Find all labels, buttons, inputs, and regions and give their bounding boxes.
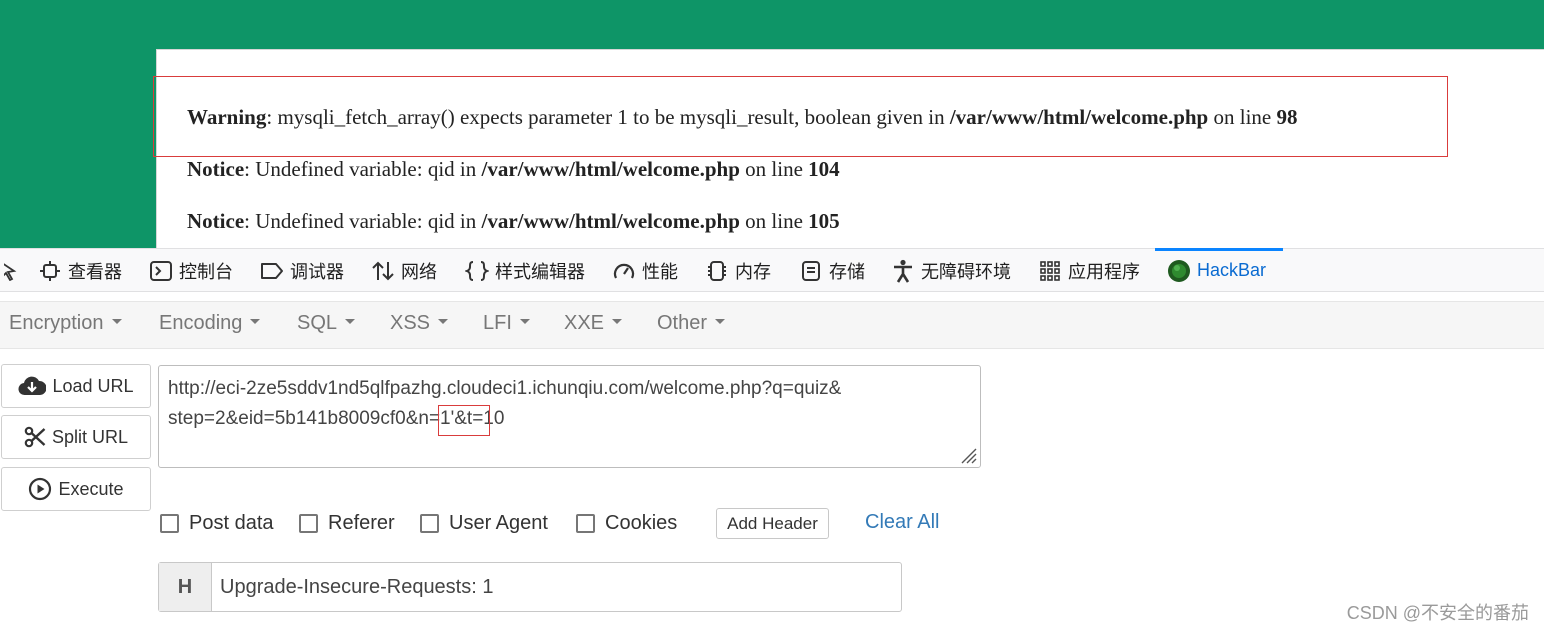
tab-label: 性能 [642, 261, 678, 282]
tab-label: 应用程序 [1068, 261, 1140, 282]
caret-down-icon [345, 319, 356, 325]
tab-console[interactable]: 控制台 [149, 249, 233, 292]
referer-checkbox[interactable]: Referer [299, 512, 395, 535]
add-header-button[interactable]: Add Header [716, 508, 829, 539]
load-url-button[interactable]: Load URL [1, 364, 151, 408]
checkbox[interactable] [576, 514, 595, 533]
tab-label: 查看器 [68, 261, 122, 282]
memory-icon [705, 259, 729, 283]
caret-down-icon [519, 319, 530, 325]
caret-down-icon [111, 319, 122, 325]
cloud-download-icon [18, 375, 47, 397]
watermark: CSDN @不安全的番茄 [1346, 603, 1529, 623]
tab-storage[interactable]: 存储 [799, 249, 865, 292]
caret-down-icon [250, 319, 261, 325]
tab-memory[interactable]: 内存 [705, 249, 771, 292]
url-text-line: step=2&eid=5b141b8009cf0&n=1'&t=10 [168, 408, 505, 429]
php-notice-message: Notice: Undefined variable: qid in /var/… [187, 157, 840, 181]
application-icon [1038, 259, 1062, 283]
tab-hackbar[interactable]: HackBar [1154, 248, 1284, 292]
console-icon [149, 259, 173, 283]
network-icon [371, 259, 395, 283]
tab-label: 样式编辑器 [495, 261, 585, 282]
tab-label: HackBar [1197, 260, 1267, 280]
play-circle-icon [28, 477, 52, 501]
performance-icon [612, 259, 636, 283]
split-url-button[interactable]: Split URL [1, 415, 151, 459]
hackbar-icon [1167, 259, 1191, 283]
menu-encryption[interactable]: Encryption [9, 312, 122, 335]
url-text-line: http://eci-2ze5sddv1nd5qlfpazhg.cloudeci… [168, 378, 842, 399]
user-agent-checkbox[interactable]: User Agent [420, 512, 548, 535]
tab-performance[interactable]: 性能 [612, 249, 678, 292]
accessibility-icon [891, 259, 915, 283]
header-value-input[interactable]: Upgrade-Insecure-Requests: 1 [220, 576, 493, 599]
cursor-pick-icon [0, 259, 24, 283]
tab-network[interactable]: 网络 [371, 249, 437, 292]
menu-other[interactable]: Other [657, 312, 726, 335]
tab-debugger[interactable]: 调试器 [260, 249, 344, 292]
tab-label: 无障碍环境 [921, 261, 1011, 282]
cookies-checkbox[interactable]: Cookies [576, 512, 677, 535]
element-picker-button[interactable] [0, 249, 30, 292]
header-input-group: H Upgrade-Insecure-Requests: 1 [158, 562, 902, 612]
header-addon-label: H [159, 563, 212, 611]
page-viewport: Warning: mysqli_fetch_array() expects pa… [0, 0, 1544, 248]
menu-encoding[interactable]: Encoding [159, 312, 261, 335]
tab-accessibility[interactable]: 无障碍环境 [891, 249, 1011, 292]
php-warning-message: Warning: mysqli_fetch_array() expects pa… [187, 105, 1298, 129]
resize-grip-icon[interactable] [957, 444, 977, 464]
caret-down-icon [438, 319, 449, 325]
devtools-tab-bar: 查看器 控制台 调试器 网络 样式编辑器 性能 内存 存储 无障碍环境 应用程序… [0, 248, 1544, 292]
post-data-checkbox[interactable]: Post data [160, 512, 274, 535]
hackbar-menu-bar: Encryption Encoding SQL XSS LFI XXE Othe… [0, 301, 1544, 349]
execute-button[interactable]: Execute [1, 467, 151, 511]
style-editor-icon [465, 259, 489, 283]
tab-label: 调试器 [290, 261, 344, 282]
menu-lfi[interactable]: LFI [483, 312, 530, 335]
caret-down-icon [612, 319, 623, 325]
caret-down-icon [715, 319, 726, 325]
checkbox[interactable] [299, 514, 318, 533]
clear-all-link[interactable]: Clear All [865, 511, 939, 534]
checkbox[interactable] [420, 514, 439, 533]
tab-style-editor[interactable]: 样式编辑器 [465, 249, 585, 292]
tab-inspector[interactable]: 查看器 [38, 249, 122, 292]
tab-label: 控制台 [179, 261, 233, 282]
scissors-icon [24, 426, 46, 448]
php-notice-message: Notice: Undefined variable: qid in /var/… [187, 209, 840, 233]
menu-xxe[interactable]: XXE [564, 312, 623, 335]
menu-sql[interactable]: SQL [297, 312, 356, 335]
tab-label: 存储 [829, 261, 865, 282]
inspector-icon [38, 259, 62, 283]
tab-label: 网络 [401, 261, 437, 282]
menu-xss[interactable]: XSS [390, 312, 449, 335]
debugger-icon [260, 259, 284, 283]
tab-application[interactable]: 应用程序 [1038, 249, 1140, 292]
storage-icon [799, 259, 823, 283]
url-textarea[interactable]: http://eci-2ze5sddv1nd5qlfpazhg.cloudeci… [158, 365, 981, 468]
tab-label: 内存 [735, 261, 771, 282]
checkbox[interactable] [160, 514, 179, 533]
